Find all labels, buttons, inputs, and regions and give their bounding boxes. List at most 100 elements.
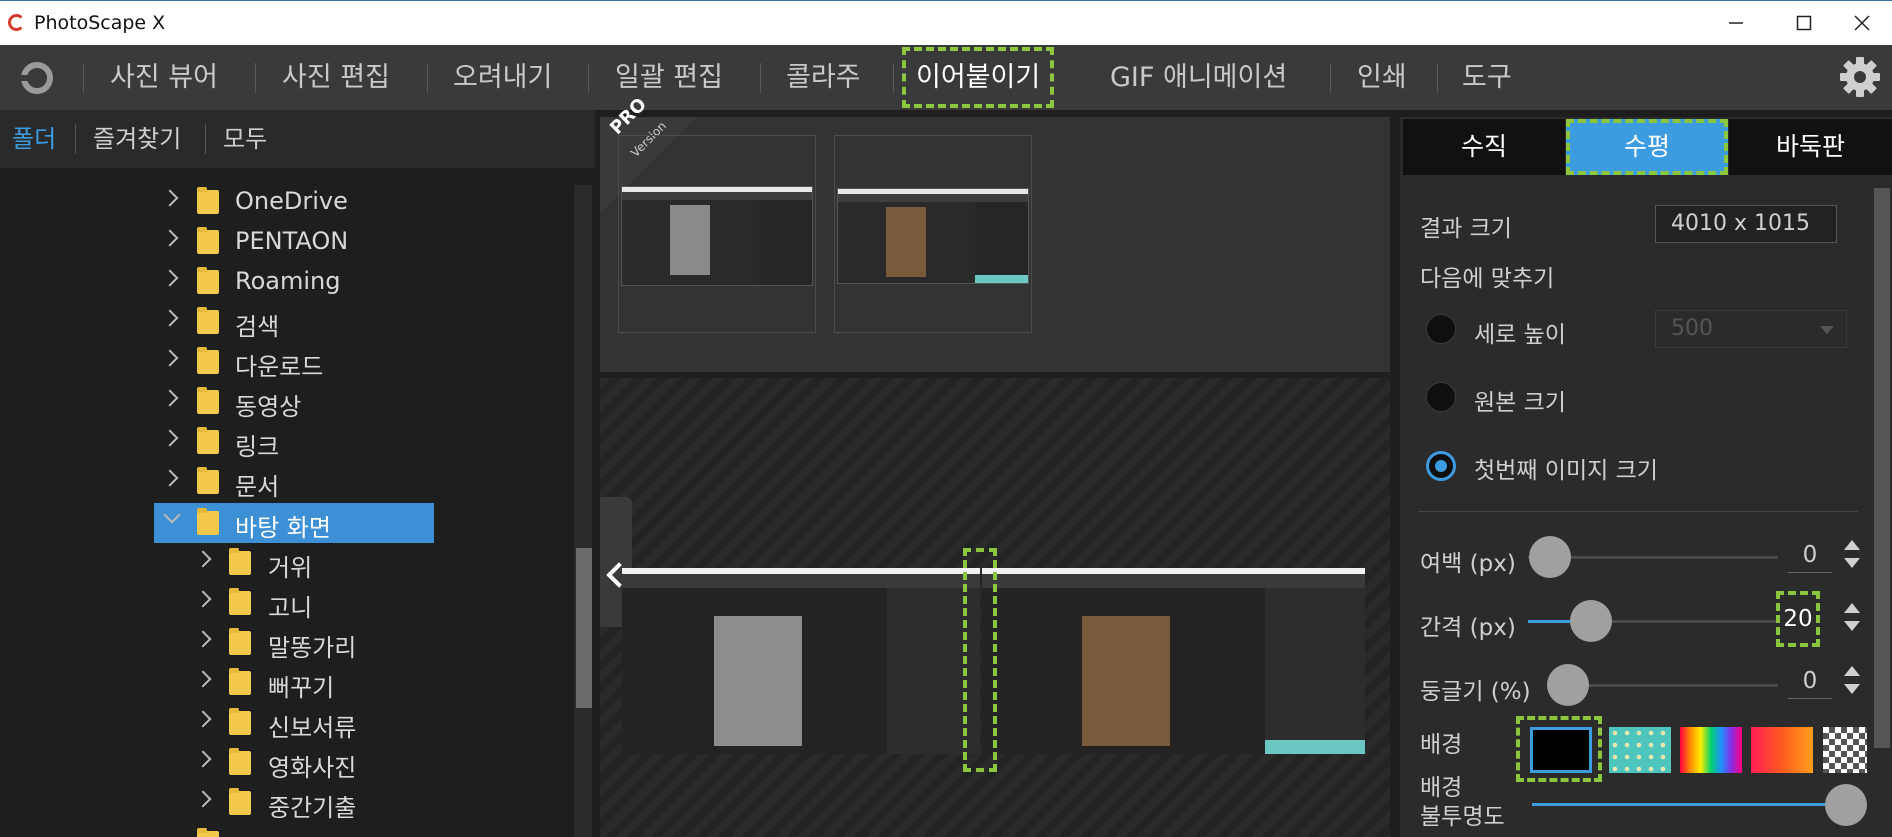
radio-original-size[interactable] xyxy=(1426,382,1456,412)
tree-item-label: OneDrive xyxy=(235,187,348,215)
opacity-label-line2: 불투명도 xyxy=(1420,804,1505,830)
tree-item-label: PENTAON xyxy=(235,227,349,255)
tree-item-midterm[interactable]: 중간기출 xyxy=(0,783,570,823)
tree-item-downloads[interactable]: 다운로드 xyxy=(0,342,570,382)
margin-value[interactable]: 0 xyxy=(1788,542,1832,568)
chevron-right-icon[interactable] xyxy=(194,790,212,808)
subnav-all[interactable]: 모두 xyxy=(223,110,267,168)
folder-icon xyxy=(229,548,251,575)
chevron-right-icon[interactable] xyxy=(194,670,212,688)
menu-photo-editor[interactable]: 사진 편집 xyxy=(282,45,390,110)
app-title: PhotoScape X xyxy=(34,12,166,34)
preview-image-1[interactable] xyxy=(622,568,980,754)
swatch-black[interactable] xyxy=(1530,727,1592,773)
folder-icon xyxy=(197,828,219,837)
tree-item-cuckoo[interactable]: 뻐꾸기 xyxy=(0,663,570,703)
main-menu-bar: 사진 뷰어 사진 편집 오려내기 일괄 편집 콜라주 이어붙이기 GIF 애니메… xyxy=(0,45,1892,110)
radio-first-image-size[interactable] xyxy=(1426,451,1456,481)
menu-print[interactable]: 인쇄 xyxy=(1357,45,1407,110)
roundness-value[interactable]: 0 xyxy=(1788,668,1832,694)
folder-scrollbar[interactable] xyxy=(574,185,592,837)
chevron-right-icon[interactable] xyxy=(161,389,179,407)
tree-item-documents-2[interactable]: 신보서류 xyxy=(0,703,570,743)
subnav-favorites[interactable]: 즐겨찾기 xyxy=(93,110,181,168)
chevron-right-icon[interactable] xyxy=(161,429,179,447)
chevron-right-icon[interactable] xyxy=(194,750,212,768)
search-folder-icon xyxy=(197,307,219,334)
opacity-slider-fill[interactable] xyxy=(1532,803,1832,806)
result-size-field: 4010 x 1015 xyxy=(1655,205,1837,243)
chevron-right-icon[interactable] xyxy=(194,590,212,608)
subnav-folder[interactable]: 폴더 xyxy=(12,110,56,168)
video-folder-icon xyxy=(197,387,219,414)
tree-item-videos[interactable]: 동영상 xyxy=(0,382,570,422)
tree-item-documents[interactable]: 문서 xyxy=(0,462,570,502)
tree-item-roaming[interactable]: Roaming xyxy=(0,262,570,302)
thumbnail-image xyxy=(621,186,813,286)
radio-fit-height-label[interactable]: 세로 높이 xyxy=(1474,315,1566,349)
tree-item-movie-photos[interactable]: 영화사진 xyxy=(0,743,570,783)
radio-fit-height[interactable] xyxy=(1426,314,1456,344)
background-label: 배경 xyxy=(1420,732,1463,758)
swatch-rainbow[interactable] xyxy=(1680,727,1742,773)
roundness-spinner[interactable] xyxy=(1844,666,1860,696)
chevron-right-icon[interactable] xyxy=(194,550,212,568)
radio-first-image-size-label[interactable]: 첫번째 이미지 크기 xyxy=(1474,451,1658,485)
chevron-down-icon xyxy=(1820,326,1834,334)
radio-original-size-label[interactable]: 원본 크기 xyxy=(1474,383,1566,417)
menu-combine[interactable]: 이어붙이기 xyxy=(902,47,1055,108)
swatch-teal-dots[interactable] xyxy=(1609,727,1671,773)
source-thumbnail[interactable] xyxy=(834,135,1032,333)
settings-gear-icon[interactable] xyxy=(1838,55,1882,99)
chevron-right-icon[interactable] xyxy=(161,229,179,247)
tab-grid[interactable]: 바둑판 xyxy=(1729,119,1892,175)
settings-scrollbar-thumb[interactable] xyxy=(1874,188,1890,748)
chevron-right-icon[interactable] xyxy=(161,469,179,487)
photoscape-logo-icon[interactable] xyxy=(17,58,57,98)
folder-icon xyxy=(229,788,251,815)
close-button[interactable] xyxy=(1832,5,1892,43)
maximize-button[interactable] xyxy=(1774,5,1834,43)
chevron-right-icon[interactable] xyxy=(194,630,212,648)
menu-tools[interactable]: 도구 xyxy=(1462,45,1512,110)
height-dropdown[interactable]: 500 xyxy=(1655,310,1847,348)
menu-gif-animation[interactable]: GIF 애니메이션 xyxy=(1110,45,1287,110)
tree-item-links[interactable]: 링크 xyxy=(0,422,570,462)
preview-image-2[interactable] xyxy=(982,568,1365,754)
margin-spinner[interactable] xyxy=(1844,540,1860,570)
tree-item-search[interactable]: 검색 xyxy=(0,302,570,342)
tree-item-buzzard[interactable]: 말똥가리 xyxy=(0,623,570,663)
menu-cut-out[interactable]: 오려내기 xyxy=(453,45,552,110)
spacing-spinner[interactable] xyxy=(1844,603,1860,633)
onedrive-folder-icon xyxy=(197,187,219,214)
tree-item-swan[interactable]: 고니 xyxy=(0,583,570,623)
roundness-label: 둥글기 (%) xyxy=(1420,679,1531,705)
spacing-slider-knob[interactable] xyxy=(1570,600,1612,642)
chevron-right-icon[interactable] xyxy=(161,189,179,207)
tree-item-onedrive[interactable]: OneDrive xyxy=(0,182,570,222)
margin-slider-knob[interactable] xyxy=(1529,536,1571,578)
swatch-transparent[interactable] xyxy=(1823,727,1867,773)
source-thumbnail[interactable] xyxy=(618,135,816,333)
tree-item-label: Roaming xyxy=(235,267,341,295)
menu-photo-viewer[interactable]: 사진 뷰어 xyxy=(110,45,218,110)
menu-collage[interactable]: 콜라주 xyxy=(786,45,861,110)
chevron-right-icon[interactable] xyxy=(161,309,179,327)
chevron-right-icon[interactable] xyxy=(194,710,212,728)
opacity-slider-knob[interactable] xyxy=(1825,784,1867,826)
spacing-label: 간격 (px) xyxy=(1420,615,1516,641)
tree-item-goose[interactable]: 거위 xyxy=(0,543,570,583)
tree-item-partial[interactable] xyxy=(0,823,570,837)
tree-item-pentaon[interactable]: PENTAON xyxy=(0,222,570,262)
minimize-button[interactable] xyxy=(1706,5,1766,43)
chevron-right-icon[interactable] xyxy=(161,269,179,287)
chevron-right-icon[interactable] xyxy=(161,349,179,367)
tree-item-desktop[interactable]: 바탕 화면 xyxy=(154,503,434,543)
tab-vertical[interactable]: 수직 xyxy=(1403,119,1565,175)
folder-scrollbar-thumb[interactable] xyxy=(576,548,592,708)
roundness-slider-knob[interactable] xyxy=(1547,664,1589,706)
chevron-down-icon[interactable] xyxy=(163,506,181,524)
spacing-value[interactable]: 20 xyxy=(1776,591,1820,647)
swatch-sunset[interactable] xyxy=(1751,727,1813,773)
tab-horizontal[interactable]: 수평 xyxy=(1566,119,1728,175)
